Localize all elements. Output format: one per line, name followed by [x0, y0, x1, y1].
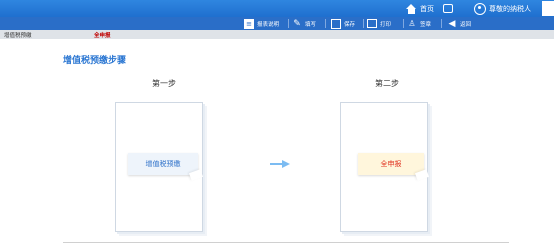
step2-label: 第二步 — [375, 79, 399, 88]
toolbar: ≡ 报表说明 ✎ 填写 保存 打印 ♙ 签章 ◀ 返回 — [0, 17, 554, 30]
user-avatar-icon — [474, 2, 486, 15]
toolbar-divider — [441, 19, 442, 28]
fill-label: 填写 — [305, 21, 317, 28]
print-button[interactable]: 打印 — [367, 17, 391, 30]
home-label: 首页 — [420, 4, 434, 13]
vat-prepay-label: 增值税预缴 — [145, 160, 181, 168]
save-label: 保存 — [344, 21, 356, 28]
sign-button[interactable]: ♙ 签章 — [407, 17, 431, 30]
toolbar-divider — [403, 19, 404, 28]
back-label: 返回 — [460, 21, 472, 28]
home-link[interactable]: 首页 — [406, 1, 434, 16]
print-label: 打印 — [380, 21, 392, 28]
back-arrow-icon: ◀ — [448, 18, 456, 29]
toolbar-divider — [288, 19, 289, 28]
tab-full-declaration[interactable]: 全申报 — [94, 31, 111, 39]
print-icon — [367, 19, 377, 28]
sign-label: 签章 — [420, 21, 432, 28]
breadcrumb-bar: 增值税预缴 全申报 — [0, 30, 554, 39]
full-declaration-button[interactable]: 全申报 — [358, 153, 430, 181]
vat-prepay-button[interactable]: 增值税预缴 — [128, 153, 204, 181]
tab-vat-prepay[interactable]: 增值税预缴 — [4, 31, 32, 39]
toolbar-divider — [325, 19, 326, 28]
message-button[interactable] — [443, 1, 456, 16]
top-header: 首页 尊敬的纳税人 — [0, 0, 554, 17]
report-description-label: 报表说明 — [257, 21, 280, 28]
page-title: 增值税预缴步骤 — [63, 56, 127, 66]
user-menu[interactable]: 尊敬的纳税人 — [474, 1, 531, 16]
user-name: 尊敬的纳税人 — [489, 4, 531, 13]
full-declaration-label: 全申报 — [380, 160, 402, 168]
save-icon — [331, 18, 341, 29]
header-edge — [542, 1, 554, 16]
sign-icon: ♙ — [408, 18, 416, 28]
pencil-icon: ✎ — [293, 18, 301, 29]
divider — [63, 242, 509, 243]
save-button[interactable]: 保存 — [331, 17, 355, 30]
toolbar-divider — [363, 19, 364, 28]
message-box-icon — [443, 4, 453, 13]
arrow-right-icon — [270, 160, 290, 168]
fill-button[interactable]: ✎ 填写 — [292, 17, 316, 30]
back-button[interactable]: ◀ 返回 — [447, 17, 471, 30]
report-description-button[interactable]: ≡ 报表说明 — [244, 17, 279, 30]
report-description-icon: ≡ — [244, 18, 254, 29]
step1-label: 第一步 — [152, 79, 176, 88]
home-icon — [406, 3, 417, 14]
